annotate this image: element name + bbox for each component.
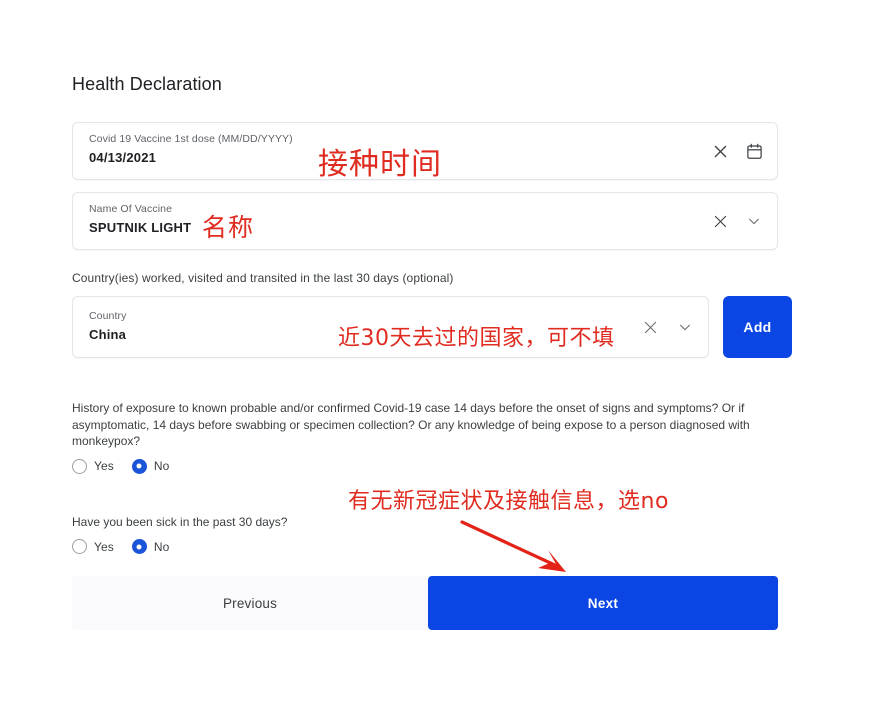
exposure-radio-yes[interactable] <box>72 458 87 474</box>
vaccine-name-label: Name Of Vaccine <box>89 203 173 215</box>
exposure-radio-yes-label[interactable]: Yes <box>94 459 114 473</box>
country-field[interactable]: Country China <box>72 296 709 358</box>
country-row: Country China Add <box>72 296 792 358</box>
sick-radio-no[interactable] <box>131 539 147 554</box>
exposure-radio-no-label[interactable]: No <box>154 459 170 473</box>
page-title: Health Declaration <box>72 74 222 94</box>
country-adornments <box>640 297 696 357</box>
chevron-down-icon[interactable] <box>674 316 696 338</box>
vaccine-date-field[interactable]: Covid 19 Vaccine 1st dose (MM/DD/YYYY) 0… <box>72 122 778 180</box>
country-label: Country <box>89 310 127 322</box>
chevron-down-icon[interactable] <box>743 210 765 232</box>
country-section-label: Country(ies) worked, visited and transit… <box>72 271 454 285</box>
add-country-button[interactable]: Add <box>722 296 792 358</box>
sick-radio-no-label[interactable]: No <box>154 540 170 554</box>
sick-radio-yes[interactable] <box>72 539 87 554</box>
vaccine-name-value: SPUTNIK LIGHT <box>89 220 192 235</box>
close-icon[interactable] <box>709 140 731 162</box>
form-footer: Previous Next <box>72 576 778 630</box>
vaccine-date-value: 04/13/2021 <box>89 150 157 165</box>
exposure-radio-no[interactable] <box>131 458 147 474</box>
previous-button[interactable]: Previous <box>72 576 428 630</box>
sick-question-text: Have you been sick in the past 30 days? <box>72 514 288 529</box>
vaccine-name-adornments <box>709 193 765 249</box>
exposure-question-text: History of exposure to known probable an… <box>72 401 750 448</box>
close-icon[interactable] <box>709 210 731 232</box>
vaccine-date-label: Covid 19 Vaccine 1st dose (MM/DD/YYYY) <box>89 133 293 145</box>
vaccine-name-field[interactable]: Name Of Vaccine SPUTNIK LIGHT <box>72 192 778 250</box>
exposure-question-radios: Yes No <box>72 458 792 474</box>
sick-radio-yes-label[interactable]: Yes <box>94 540 114 554</box>
close-icon[interactable] <box>640 316 662 338</box>
vaccine-date-adornments <box>709 123 765 179</box>
health-declaration-page: Health Declaration Covid 19 Vaccine 1st … <box>0 0 869 705</box>
health-declaration-form: Health Declaration Covid 19 Vaccine 1st … <box>72 72 792 554</box>
next-button[interactable]: Next <box>428 576 778 630</box>
sick-question-radios: Yes No <box>72 539 792 554</box>
country-value: China <box>89 327 127 342</box>
calendar-icon[interactable] <box>743 140 765 162</box>
